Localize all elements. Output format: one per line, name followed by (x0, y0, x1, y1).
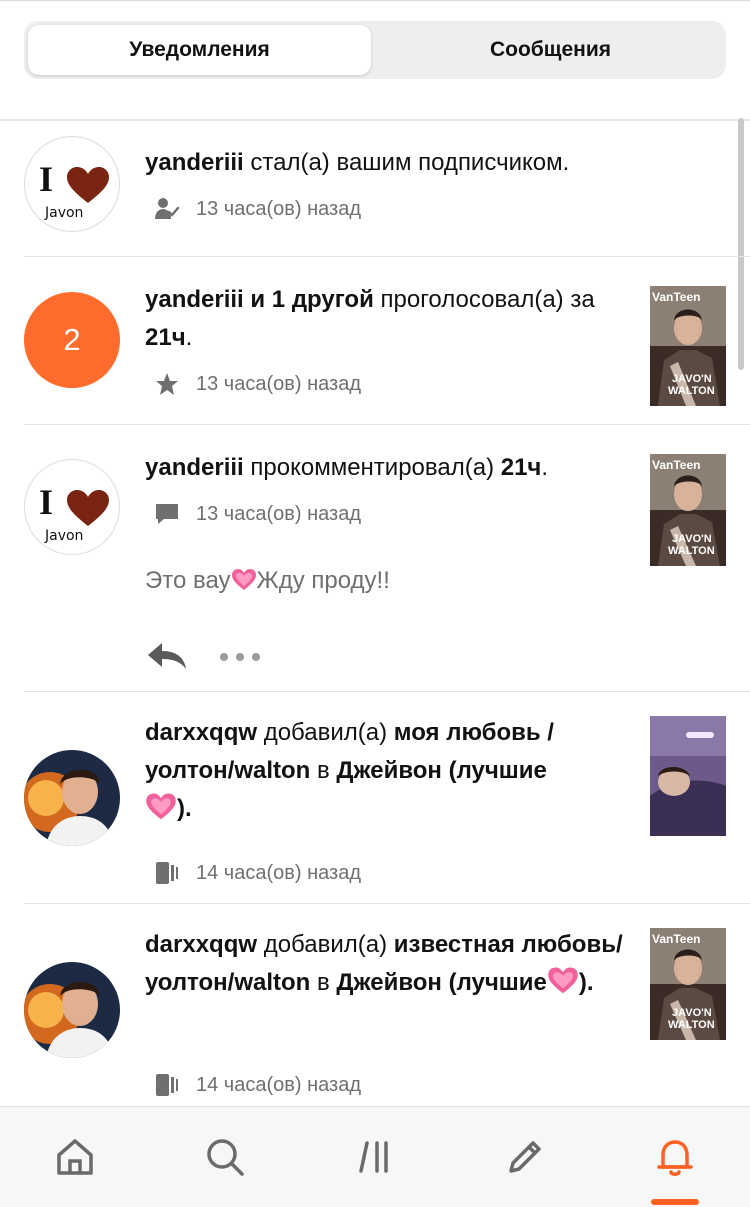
nav-write[interactable] (475, 1107, 575, 1207)
library-icon (359, 1141, 388, 1173)
svg-text:VanTeen: VanTeen (652, 290, 700, 304)
username[interactable]: darxxqqw (145, 719, 257, 746)
home-icon (57, 1139, 93, 1175)
timestamp-row: 14 часа(ов) назад (154, 1070, 361, 1100)
reading-list-icon (154, 860, 180, 886)
notification-list: I Javon yanderiii стал(а) вашим подписчи… (0, 120, 750, 1106)
avatar[interactable]: I Javon (24, 459, 120, 555)
nav-notifications[interactable] (625, 1107, 725, 1207)
story-title[interactable]: 21ч (501, 454, 542, 481)
nav-home[interactable] (25, 1107, 125, 1207)
action-text: стал(а) вашим подписчиком. (243, 149, 570, 176)
username[interactable]: darxxqqw (145, 931, 257, 958)
story-cover[interactable]: VanTeen JAVO'N WALTON (650, 286, 726, 406)
dot (252, 653, 260, 661)
bell-icon (657, 1140, 693, 1176)
svg-text:WALTON: WALTON (668, 385, 715, 397)
timestamp-row: 13 часа(ов) назад (154, 499, 361, 529)
list-item[interactable]: darxxqqw добавил(а) моя любовь / уолтон/… (24, 692, 750, 904)
timestamp: 14 часа(ов) назад (196, 1073, 361, 1096)
avatar-letter: I (39, 482, 53, 522)
story-cover[interactable] (650, 716, 726, 836)
timestamp-row: 13 часа(ов) назад (154, 194, 361, 224)
username[interactable]: yanderiii и 1 другой (145, 286, 374, 313)
reading-list-name[interactable]: Джейвон (лучшие (336, 757, 546, 784)
reply-button[interactable] (145, 639, 189, 673)
timestamp: 13 часа(ов) назад (196, 502, 361, 525)
more-options-button[interactable] (220, 645, 260, 669)
svg-text:JAVO'N: JAVO'N (672, 373, 712, 385)
dot (236, 653, 244, 661)
timestamp-row: 13 часа(ов) назад (154, 369, 361, 399)
avatar-word: Javon (44, 528, 83, 544)
nav-search[interactable] (175, 1107, 275, 1207)
comment-text: Это вау Жду проду!! (145, 567, 390, 594)
avatar[interactable] (24, 962, 120, 1058)
svg-text:WALTON: WALTON (668, 1019, 715, 1031)
reading-list-icon (154, 1072, 180, 1098)
avatar[interactable]: I Javon (24, 136, 120, 232)
heart-icon (67, 167, 109, 203)
sparkling-heart-icon (231, 569, 256, 590)
comment-icon (154, 501, 180, 527)
story-title[interactable]: 21ч (145, 324, 186, 351)
follow-icon (154, 196, 180, 222)
svg-text:VanTeen: VanTeen (652, 458, 700, 472)
avatar-count-badge[interactable]: 2 (24, 292, 120, 388)
list-item[interactable]: 2 yanderiii и 1 другой проголосовал(а) з… (24, 257, 750, 425)
avatar-word: Javon (44, 205, 83, 221)
timestamp-row: 14 часа(ов) назад (154, 858, 361, 888)
tab-switcher: Уведомления Сообщения (24, 21, 726, 79)
story-cover[interactable]: VanTeen JAVO'N WALTON (650, 454, 726, 574)
username[interactable]: yanderiii (145, 149, 244, 176)
list-item[interactable]: darxxqqw добавил(а) известная любовь/уол… (24, 904, 750, 1106)
tab-messages[interactable]: Сообщения (379, 25, 722, 75)
svg-text:JAVO'N: JAVO'N (672, 533, 712, 545)
reading-list-name[interactable]: Джейвон (лучшие (336, 969, 546, 996)
dot (220, 653, 228, 661)
tab-notifications[interactable]: Уведомления (28, 25, 371, 75)
action-text: добавил(а) (257, 719, 394, 746)
action-text: прокомментировал(а) (243, 454, 501, 481)
sparkling-heart-icon (548, 967, 578, 994)
username[interactable]: yanderiii (145, 454, 244, 481)
svg-text:VanTeen: VanTeen (652, 932, 700, 946)
notification-text: yanderiii стал(а) вашим подписчиком. (145, 144, 569, 182)
active-tab-indicator (651, 1199, 699, 1205)
list-item[interactable]: I Javon yanderiii стал(а) вашим подписчи… (24, 120, 750, 257)
star-icon (154, 371, 180, 397)
search-icon (207, 1139, 244, 1176)
timestamp: 13 часа(ов) назад (196, 197, 361, 220)
svg-text:JAVO'N: JAVO'N (672, 1007, 712, 1019)
notification-text: darxxqqw добавил(а) моя любовь / уолтон/… (145, 719, 554, 822)
pencil-icon (509, 1141, 541, 1173)
timestamp: 13 часа(ов) назад (196, 372, 361, 395)
nav-library[interactable] (325, 1107, 425, 1207)
top-bar: Уведомления Сообщения (0, 0, 750, 121)
action-text: проголосовал(а) за (373, 286, 595, 313)
avatar[interactable] (24, 750, 120, 846)
reply-icon (148, 643, 186, 669)
avatar-letter: I (39, 159, 53, 199)
sparkling-heart-icon (146, 793, 176, 820)
bottom-nav (0, 1106, 750, 1207)
story-cover[interactable]: VanTeen JAVO'N WALTON (650, 928, 726, 1048)
notification-text: yanderiii прокомментировал(а) 21ч. (145, 454, 549, 481)
heart-icon (67, 490, 109, 526)
notification-text: yanderiii и 1 другой проголосовал(а) за … (145, 286, 595, 351)
svg-text:WALTON: WALTON (668, 545, 715, 557)
timestamp: 14 часа(ов) назад (196, 861, 361, 884)
list-item[interactable]: I Javon yanderiii прокомментировал(а) 21… (24, 425, 750, 692)
notification-text: darxxqqw добавил(а) известная любовь/уол… (145, 931, 623, 996)
action-text: добавил(а) (257, 931, 394, 958)
